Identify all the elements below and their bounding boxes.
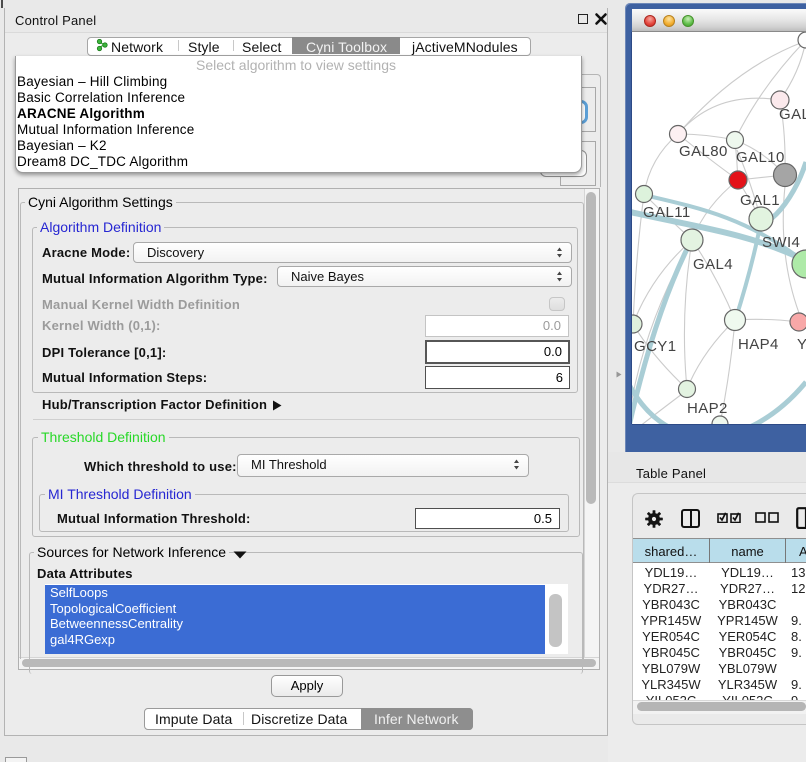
svg-text:HAP4: HAP4 xyxy=(738,336,779,353)
svg-text:GAL10: GAL10 xyxy=(736,149,785,166)
svg-text:SWI4: SWI4 xyxy=(762,234,800,251)
svg-text:GAL11: GAL11 xyxy=(643,204,691,221)
svg-text:GCY1: GCY1 xyxy=(634,338,676,355)
svg-text:GAL4: GAL4 xyxy=(693,256,733,273)
svg-text:GAL2: GAL2 xyxy=(779,106,806,123)
svg-text:YB: YB xyxy=(797,336,806,353)
svg-text:GAL80: GAL80 xyxy=(679,143,728,160)
svg-text:GAL1: GAL1 xyxy=(740,192,780,209)
svg-text:HAP2: HAP2 xyxy=(687,400,728,417)
